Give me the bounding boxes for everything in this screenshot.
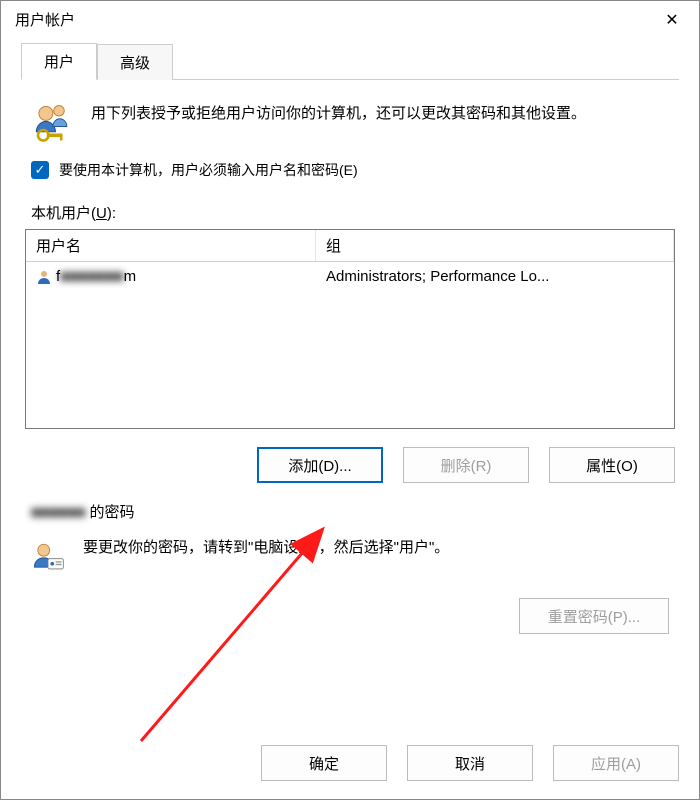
dialog-footer: 确定 取消 应用(A) [1,731,699,799]
window-title: 用户帐户 [15,9,75,30]
tabs-strip: 用户 高级 [21,42,679,80]
apply-button: 应用(A) [553,745,679,781]
col-header-username[interactable]: 用户名 [26,230,316,261]
password-section-title: ■■■■■■ 的密码 [31,501,669,532]
cancel-button[interactable]: 取消 [407,745,533,781]
tab-advanced[interactable]: 高级 [97,44,173,80]
password-hint-text: 要更改你的密码，请转到"电脑设置"，然后选择"用户"。 [83,536,449,557]
add-button[interactable]: 添加(D)... [257,447,383,483]
tab-body-users: 用下列表授予或拒绝用户访问你的计算机，还可以更改其密码和其他设置。 ✓ 要使用本… [21,80,679,721]
properties-button[interactable]: 属性(O) [549,447,675,483]
password-section: ■■■■■■ 的密码 要更改你的密码，请转到"电脑设置"，然后选择" [25,495,675,640]
col-header-group[interactable]: 组 [316,230,674,261]
users-list[interactable]: 用户名 组 f■■■■■■■m Administrators; Performa… [25,229,675,429]
cell-group: Administrators; Performance Lo... [316,265,674,288]
intro-text: 用下列表授予或拒绝用户访问你的计算机，还可以更改其密码和其他设置。 [91,102,586,126]
reset-password-button: 重置密码(P)... [519,598,669,634]
close-icon[interactable]: ✕ [651,10,693,30]
users-keys-icon [31,102,73,144]
person-icon [36,269,52,285]
user-card-icon [31,536,65,578]
tab-users[interactable]: 用户 [21,43,97,80]
table-row[interactable]: f■■■■■■■m Administrators; Performance Lo… [26,262,674,291]
titlebar: 用户帐户 ✕ [1,1,699,38]
require-credentials-label: 要使用本计算机，用户必须输入用户名和密码(E) [59,160,358,180]
local-users-label: 本机用户(U): [25,192,675,229]
remove-button: 删除(R) [403,447,529,483]
require-credentials-checkbox[interactable]: ✓ [31,161,49,179]
ok-button[interactable]: 确定 [261,745,387,781]
list-header: 用户名 组 [26,230,674,262]
